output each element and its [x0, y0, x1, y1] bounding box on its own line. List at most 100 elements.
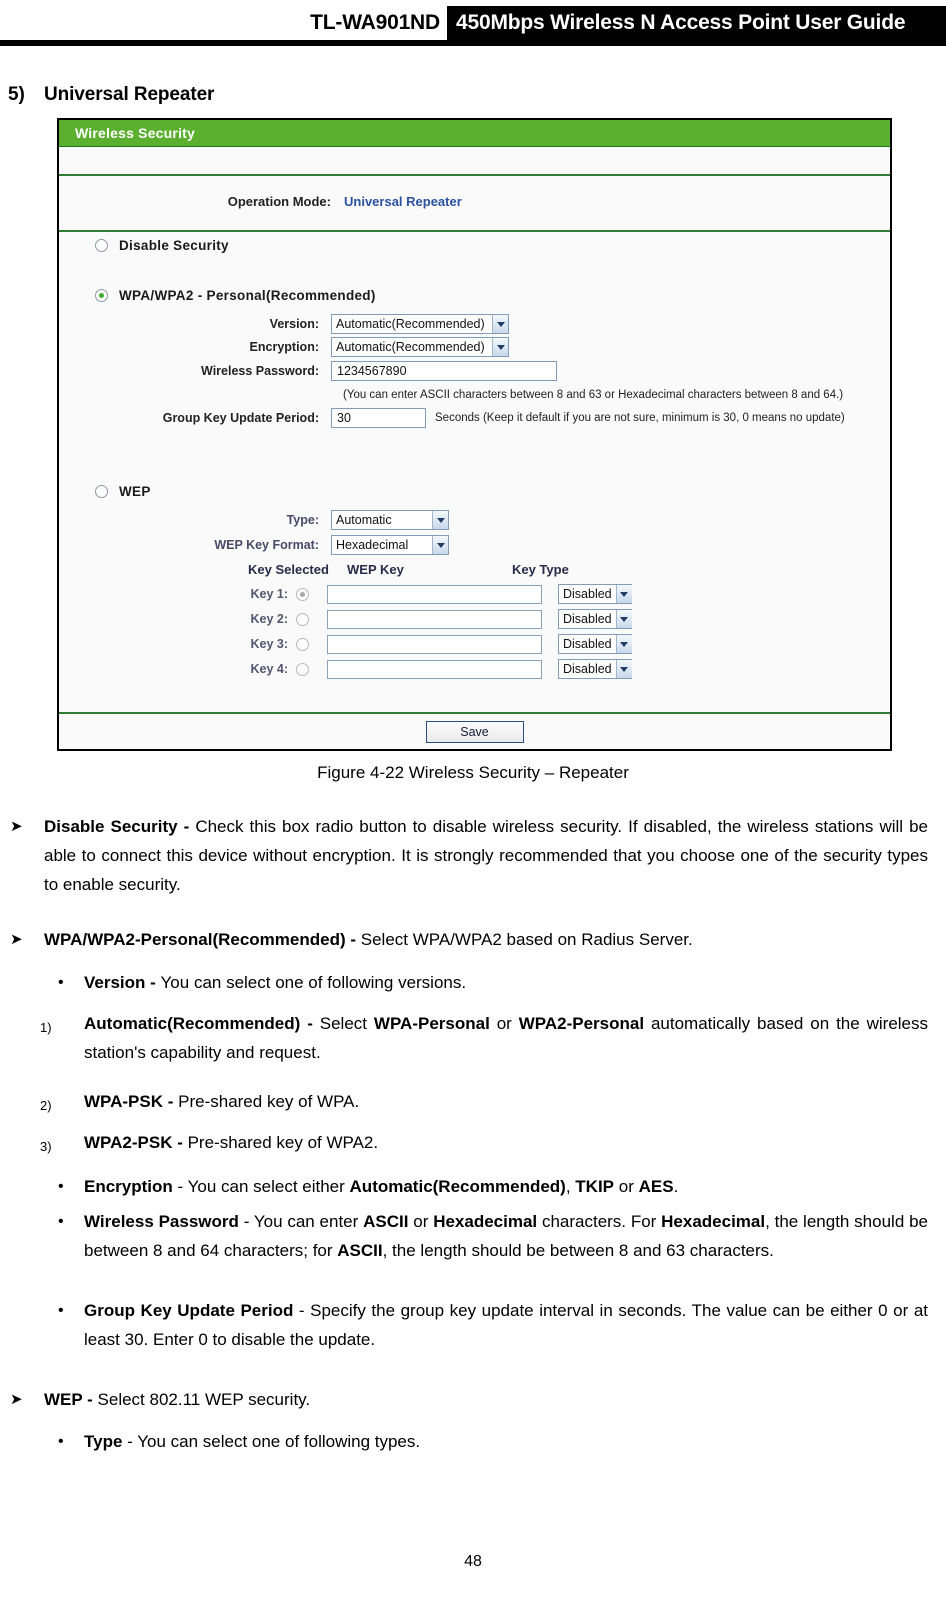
key-type-select[interactable]: Disabled: [558, 609, 632, 629]
key-label: Key 4:: [250, 662, 288, 676]
key-label: Key 1:: [250, 587, 288, 601]
wep-type-select[interactable]: Automatic: [331, 510, 449, 530]
text-encryption-c: or: [614, 1177, 639, 1196]
key-type-select[interactable]: Disabled: [558, 584, 632, 604]
wep-type-select-value: Automatic: [336, 513, 392, 527]
encryption-select[interactable]: Automatic(Recommended): [331, 337, 509, 357]
wep-key-input[interactable]: [327, 609, 542, 629]
wireless-password-label: Wireless Password:: [201, 364, 319, 378]
text-wp-c: characters. For: [537, 1212, 662, 1231]
key-type-select[interactable]: Disabled: [558, 634, 632, 654]
wep-key-format-label: WEP Key Format:: [214, 538, 319, 552]
wireless-password-input[interactable]: 1234567890: [331, 361, 557, 381]
version-select-value: Automatic(Recommended): [336, 317, 485, 331]
operation-mode-value: Universal Repeater: [344, 194, 462, 209]
text-wpa2-psk: Pre-shared key of WPA2.: [187, 1133, 379, 1152]
term-type: Type: [84, 1432, 123, 1451]
radio-key-select[interactable]: [296, 587, 309, 601]
bullet-dot-icon: •: [58, 1178, 64, 1195]
bullet-dot-icon: •: [58, 1433, 64, 1450]
term-wpa-psk: WPA-PSK -: [84, 1092, 179, 1111]
version-select[interactable]: Automatic(Recommended): [331, 314, 509, 334]
version-label: Version:: [269, 317, 319, 331]
key-type-select[interactable]: Disabled: [558, 659, 632, 679]
text-type: - You can select one of following types.: [122, 1432, 421, 1451]
figure-caption: Figure 4-22 Wireless Security – Repeater: [317, 763, 629, 782]
table-row: Key 1: Disabled: [248, 584, 632, 604]
encryption-select-value: Automatic(Recommended): [336, 340, 485, 354]
text-automatic-a: Select: [319, 1014, 374, 1033]
text-automatic-b: or: [489, 1014, 519, 1033]
header-guide-title: 450Mbps Wireless N Access Point User Gui…: [456, 11, 906, 34]
text-wp-a: - You can enter: [238, 1212, 364, 1231]
text-wp-e: , the length should be between 8 and 63 …: [382, 1241, 774, 1260]
encryption-label: Encryption:: [249, 340, 319, 354]
operation-mode-row: Operation Mode: Universal Repeater: [59, 176, 890, 232]
wep-key-input[interactable]: [327, 584, 542, 604]
text-encryption-d: .: [673, 1177, 679, 1196]
radio-wep[interactable]: [95, 485, 108, 498]
bullet-dot-icon: •: [58, 1213, 64, 1230]
panel-body: Disable Security WPA/WPA2 - Personal(Rec…: [59, 232, 890, 685]
option-disable-security[interactable]: Disable Security: [95, 238, 229, 253]
wep-key-input[interactable]: [327, 659, 542, 679]
paragraph-wep: WEP - Select 802.11 WEP security.: [44, 1385, 928, 1414]
chevron-down-icon: [615, 660, 632, 678]
term-version: Version -: [84, 973, 161, 992]
list-number: 2): [40, 1098, 52, 1113]
radio-key-select[interactable]: [296, 662, 309, 676]
bold-tkip: TKIP: [575, 1177, 615, 1196]
bold-ascii: ASCII: [363, 1212, 409, 1231]
radio-key-select[interactable]: [296, 637, 309, 651]
paragraph-wpa2-psk: WPA2-PSK - Pre-shared key of WPA2.: [84, 1128, 928, 1157]
option-wpa-wpa2-label: WPA/WPA2 - Personal(Recommended): [119, 288, 376, 303]
wireless-security-panel: Wireless Security Operation Mode: Univer…: [57, 118, 892, 751]
key-label: Key 3:: [250, 637, 288, 651]
col-header-key-selected: Key Selected: [248, 562, 329, 577]
term-group-key-update: Group Key Update Period: [84, 1301, 294, 1320]
term-wireless-password: Wireless Password: [84, 1212, 239, 1231]
paragraph-wpa-psk: WPA-PSK - Pre-shared key of WPA.: [84, 1087, 928, 1116]
wep-type-label: Type:: [286, 513, 319, 527]
wep-key-format-select-value: Hexadecimal: [336, 538, 409, 552]
bullet-dot-icon: •: [58, 1302, 64, 1319]
header-model-box: TL-WA901ND: [0, 6, 447, 40]
term-wpa-personal: WPA/WPA2-Personal(Recommended) -: [44, 930, 361, 949]
wep-key-input[interactable]: [327, 634, 542, 654]
term-wpa2-psk: WPA2-PSK -: [84, 1133, 188, 1152]
paragraph-wireless-password: Wireless Password - You can enter ASCII …: [84, 1207, 928, 1265]
text-encryption-b: ,: [565, 1177, 576, 1196]
save-button[interactable]: Save: [425, 720, 524, 743]
radio-wpa-wpa2[interactable]: [95, 289, 108, 302]
bold-automatic-recommended: Automatic(Recommended): [349, 1177, 566, 1196]
radio-key-select[interactable]: [296, 612, 309, 626]
bullet-dot-icon: •: [58, 974, 64, 991]
option-wep[interactable]: WEP: [95, 484, 151, 499]
chevron-down-icon: [492, 315, 508, 333]
group-key-label: Group Key Update Period:: [162, 411, 319, 425]
term-wep: WEP -: [44, 1390, 98, 1409]
wep-key-format-select[interactable]: Hexadecimal: [331, 535, 449, 555]
paragraph-encryption: Encryption - You can select either Autom…: [84, 1172, 928, 1201]
option-wpa-wpa2[interactable]: WPA/WPA2 - Personal(Recommended): [95, 288, 376, 303]
radio-disable-security[interactable]: [95, 239, 108, 252]
option-wep-label: WEP: [119, 484, 151, 499]
key-type-value: Disabled: [563, 637, 612, 651]
paragraph-type: Type - You can select one of following t…: [84, 1427, 928, 1456]
bold-hexadecimal: Hexadecimal: [433, 1212, 538, 1231]
bold-ascii-2: ASCII: [337, 1241, 383, 1260]
field-group-key-update: Group Key Update Period: 30 Seconds (Kee…: [59, 408, 845, 428]
bullet-arrow-icon: ➤: [10, 818, 23, 835]
group-key-input[interactable]: 30: [331, 408, 426, 428]
key-type-value: Disabled: [563, 612, 612, 626]
text-version: You can select one of following versions…: [160, 973, 467, 992]
field-version: Version: Automatic(Recommended): [59, 314, 509, 334]
bold-wpa2-personal: WPA2-Personal: [518, 1014, 645, 1033]
panel-footer: Save: [59, 712, 890, 749]
wireless-password-hint: (You can enter ASCII characters between …: [343, 389, 844, 401]
list-number: 3): [40, 1139, 52, 1154]
paragraph-version: Version - You can select one of followin…: [84, 968, 928, 997]
section-number: 5): [8, 84, 25, 105]
section-title: Universal Repeater: [44, 84, 215, 105]
list-number: 1): [40, 1020, 52, 1035]
